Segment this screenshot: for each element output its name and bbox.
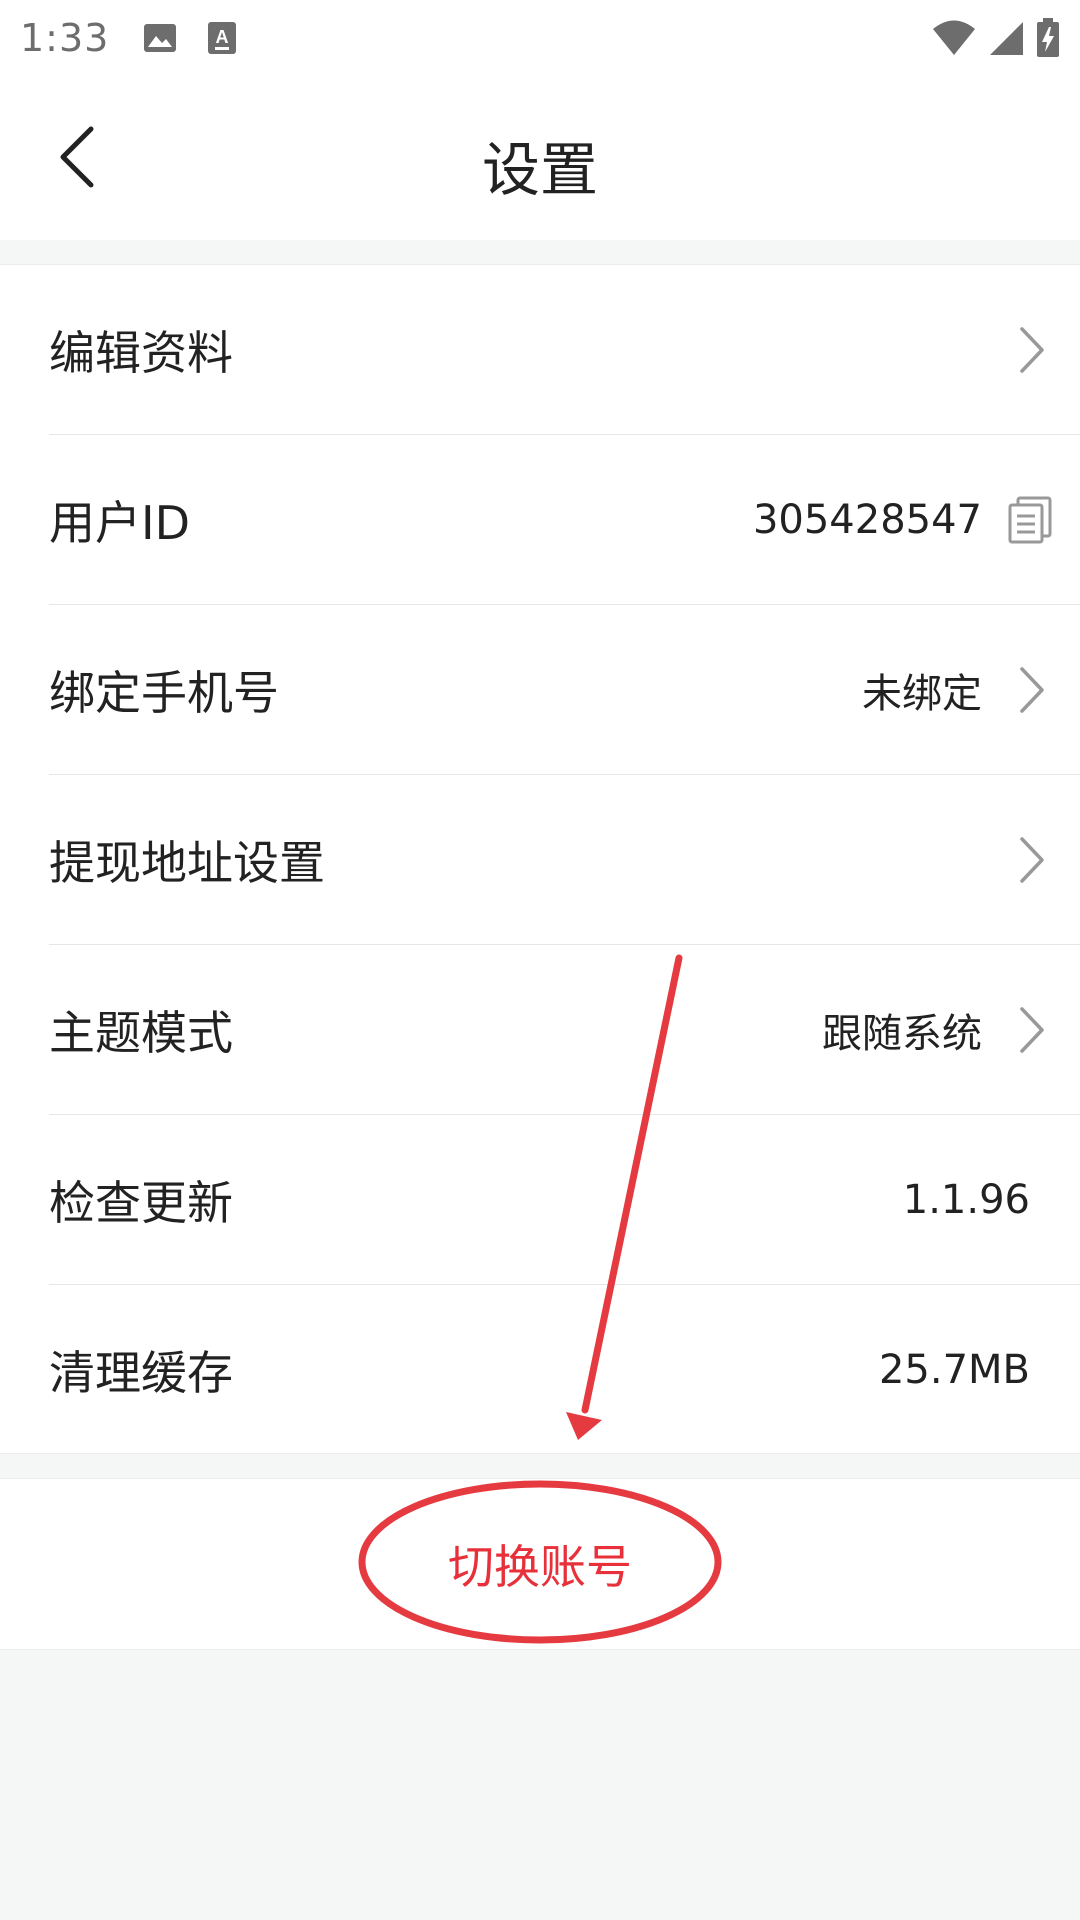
battery-charging-icon: [1037, 18, 1059, 57]
settings-row-clear-cache[interactable]: 清理缓存 25.7MB: [0, 1285, 1080, 1454]
settings-list: 编辑资料 用户ID 305428547 绑定手机号 未绑定 提现地址设置 主题模: [0, 264, 1080, 1454]
settings-label: 提现地址设置: [49, 835, 325, 890]
settings-label: 清理缓存: [49, 1345, 233, 1400]
settings-label: 绑定手机号: [49, 665, 279, 720]
theme-mode-value: 跟随系统: [822, 1010, 982, 1057]
switch-account-section: 切换账号: [0, 1478, 1080, 1650]
status-time: 1:33: [20, 16, 110, 60]
status-system-icons: [932, 18, 1060, 58]
settings-row-theme-mode[interactable]: 主题模式 跟随系统: [0, 945, 1080, 1114]
settings-label: 主题模式: [49, 1005, 233, 1060]
bind-phone-status: 未绑定: [862, 670, 982, 717]
settings-row-edit-profile[interactable]: 编辑资料: [0, 265, 1080, 434]
settings-row-user-id: 用户ID 305428547: [0, 435, 1080, 604]
switch-account-button[interactable]: 切换账号: [0, 1531, 1080, 1597]
chevron-right-icon: [1020, 326, 1044, 373]
chevron-right-icon: [1020, 836, 1044, 883]
page-title: 设置: [481, 136, 598, 204]
settings-row-withdraw-address[interactable]: 提现地址设置: [0, 775, 1080, 944]
status-notification-icons: A: [143, 21, 237, 55]
version-value: 1.1.96: [902, 1176, 1030, 1223]
user-id-value: 305428547: [752, 496, 982, 543]
image-icon: [144, 24, 177, 52]
svg-text:A: A: [216, 27, 229, 47]
signal-icon: [990, 22, 1023, 55]
nav-bar: 设置: [0, 76, 1080, 240]
settings-label: 用户ID: [49, 495, 190, 550]
settings-label: 编辑资料: [49, 325, 233, 380]
wifi-icon: [933, 20, 975, 55]
status-bar: 1:33 A: [0, 0, 1080, 76]
settings-label: 检查更新: [49, 1175, 233, 1230]
chevron-right-icon: [1020, 666, 1044, 713]
chevron-right-icon: [1020, 1006, 1044, 1053]
text-input-icon: A: [208, 22, 237, 54]
copy-icon[interactable]: [1008, 496, 1052, 544]
settings-row-check-update[interactable]: 检查更新 1.1.96: [0, 1115, 1080, 1284]
settings-row-bind-phone[interactable]: 绑定手机号 未绑定: [0, 605, 1080, 774]
cache-size-value: 25.7MB: [878, 1346, 1030, 1393]
